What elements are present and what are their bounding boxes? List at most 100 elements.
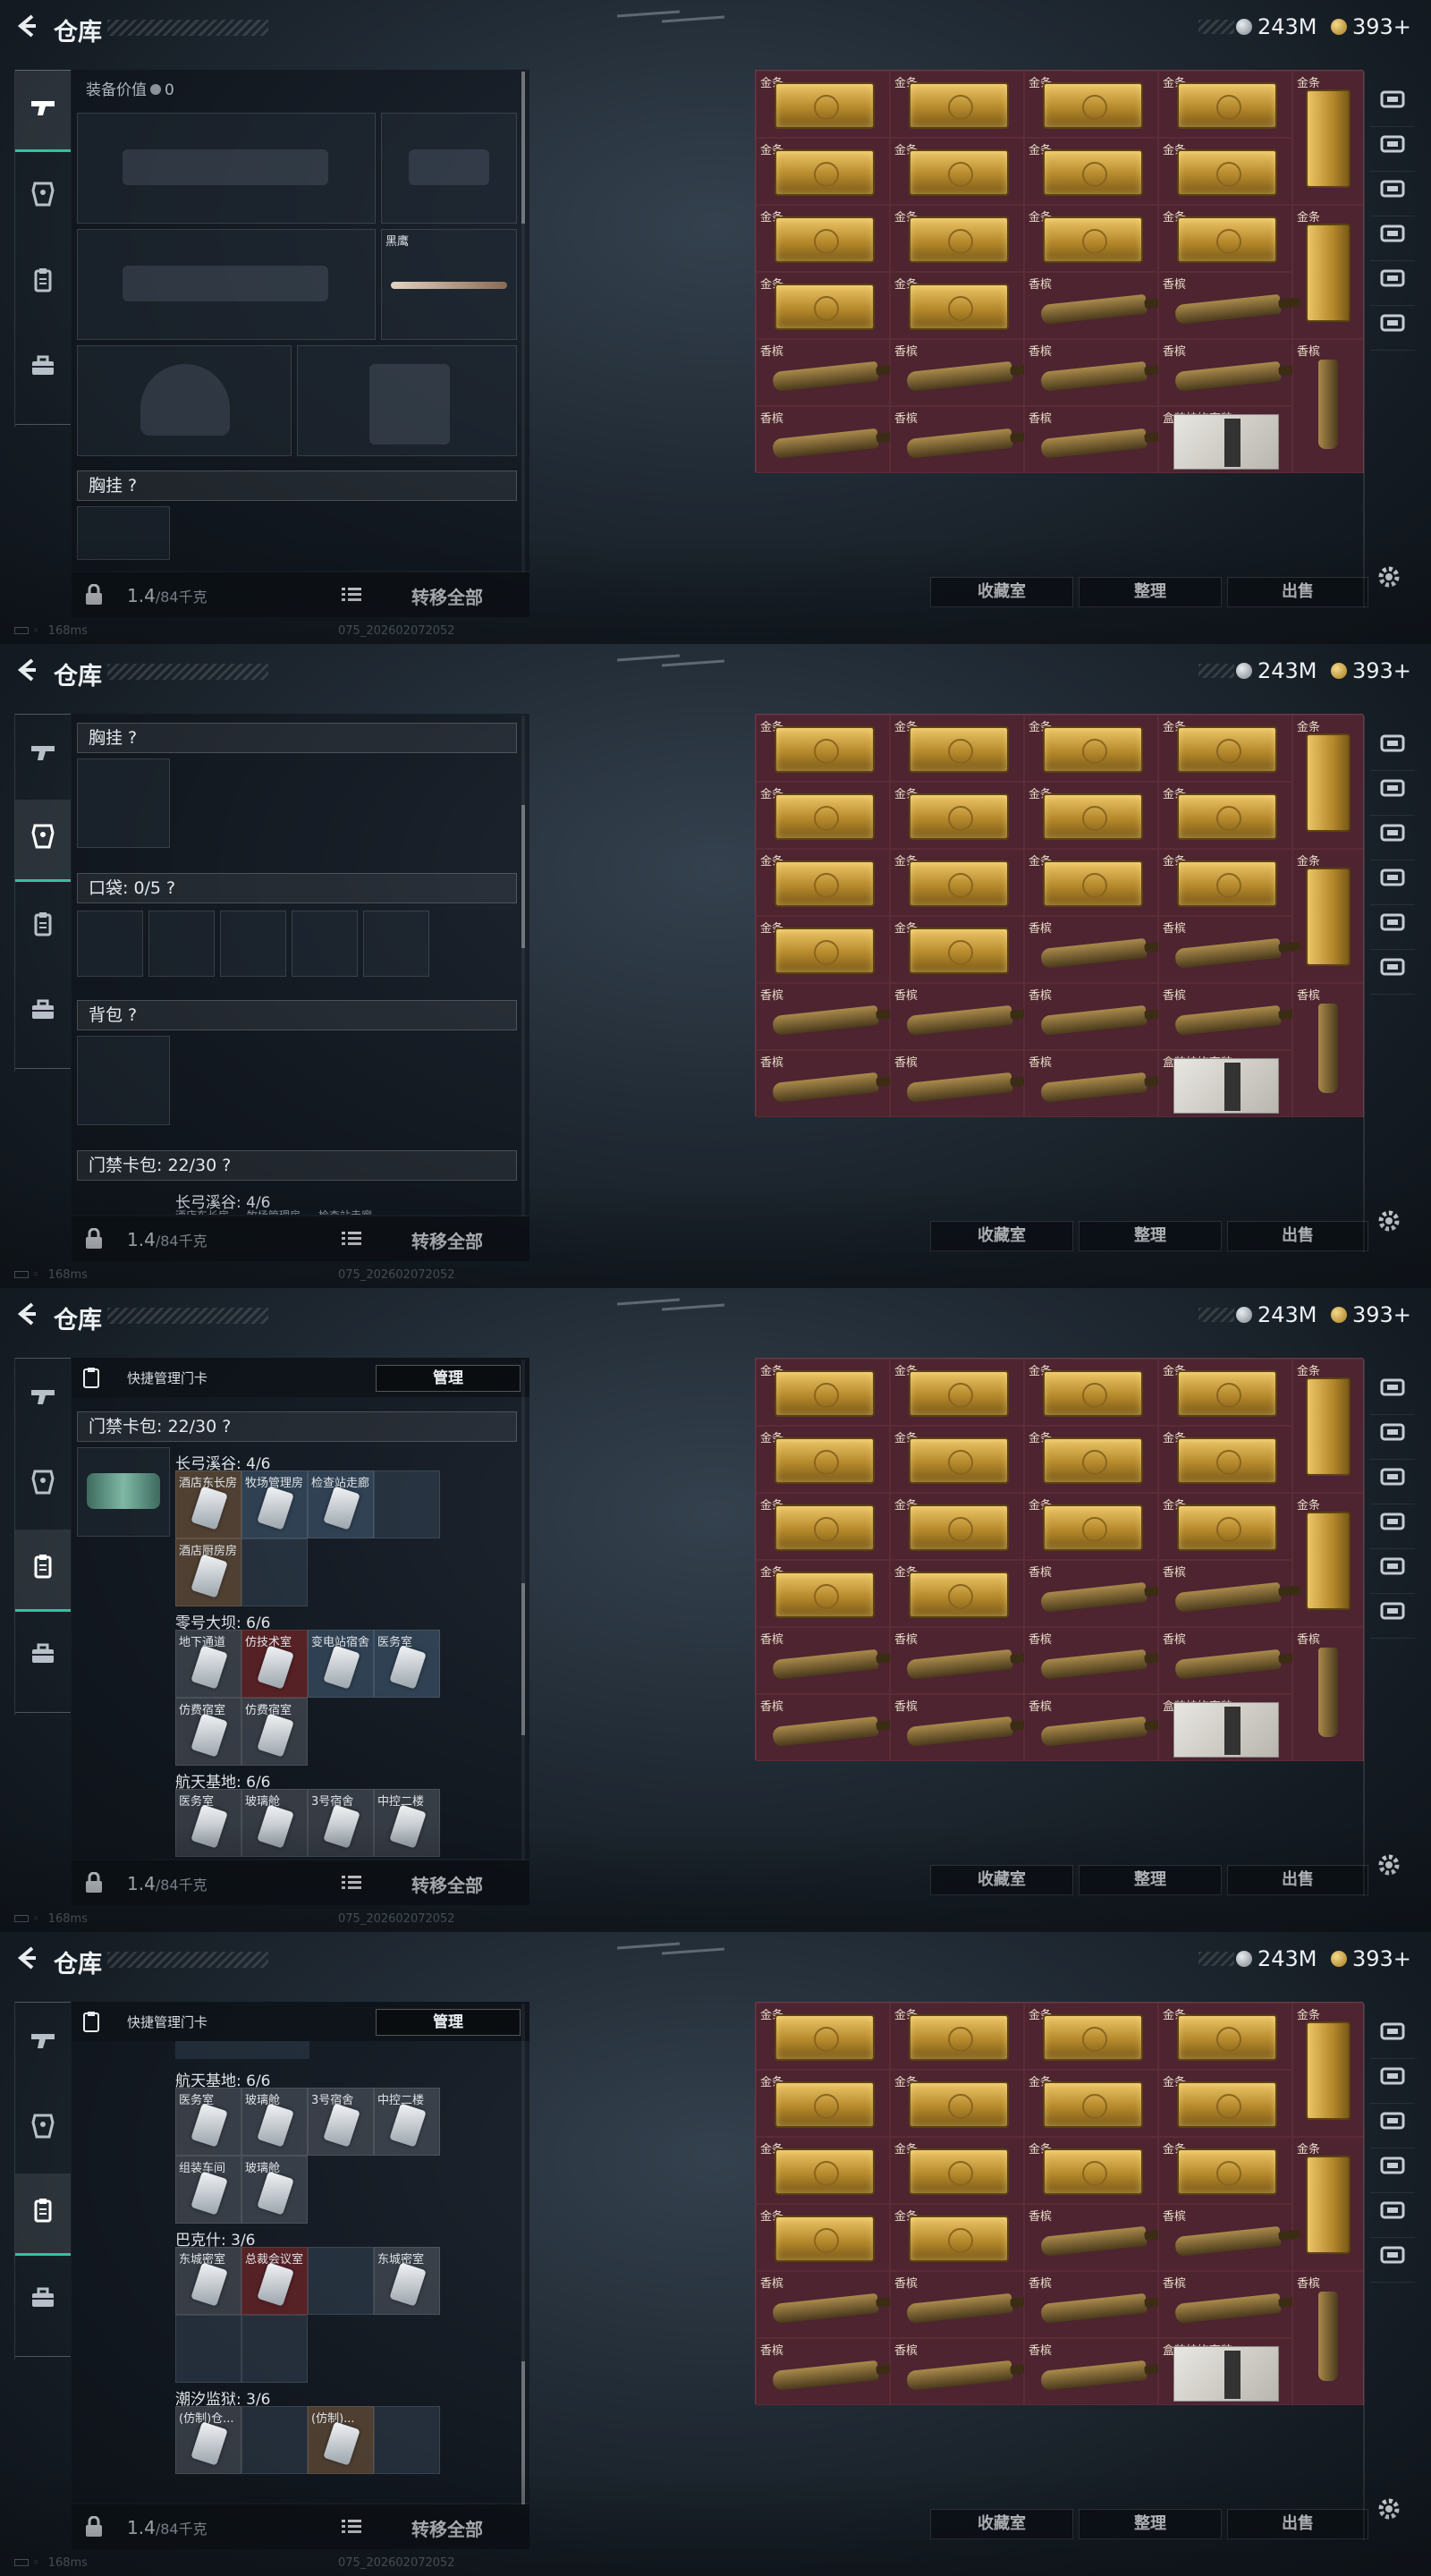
stash-item[interactable]: 金条 bbox=[890, 2070, 1024, 2137]
chest-rig-header[interactable]: 胸挂 ? bbox=[77, 470, 517, 501]
keycard-slot[interactable] bbox=[175, 2315, 241, 2383]
stash-item[interactable]: 金条 bbox=[1292, 205, 1364, 339]
stash-item[interactable]: 金条 bbox=[890, 2204, 1024, 2271]
weapon-stack-icon[interactable] bbox=[1370, 1460, 1415, 1504]
keycard-slot[interactable]: (仿制)仓... bbox=[175, 2406, 241, 2474]
stash-item[interactable]: 金条 bbox=[1024, 782, 1158, 849]
stash-item[interactable]: 香槟 bbox=[890, 983, 1024, 1050]
keycard-slot[interactable]: 总裁会议室 bbox=[241, 2247, 308, 2315]
keycard-slot[interactable]: 中控二楼 bbox=[374, 1789, 440, 1857]
back-arrow-icon[interactable] bbox=[14, 1301, 41, 1331]
pistol-case-icon[interactable] bbox=[1370, 216, 1415, 261]
stash-item[interactable]: 香槟 bbox=[1158, 2204, 1292, 2271]
stash-item[interactable]: 金条 bbox=[756, 2070, 890, 2137]
gun-rack-icon[interactable] bbox=[1370, 771, 1415, 816]
stash-item[interactable]: 金条 bbox=[890, 205, 1024, 272]
stash-item[interactable]: 金条 bbox=[1024, 1426, 1158, 1493]
gold-currency[interactable]: 393+ bbox=[1331, 1302, 1411, 1327]
stash-item[interactable]: 金条 bbox=[756, 782, 890, 849]
list-icon[interactable] bbox=[342, 1231, 361, 1247]
chest-rig-header[interactable]: 胸挂 ? bbox=[77, 723, 517, 753]
keycard-slot[interactable]: 变电站宿舍 bbox=[308, 1630, 374, 1698]
keycard-slot[interactable]: 3号宿舍 bbox=[308, 1789, 374, 1857]
list-icon[interactable] bbox=[342, 587, 361, 603]
pistol-case-icon[interactable] bbox=[1370, 1504, 1415, 1549]
stash-item[interactable]: 金条 bbox=[890, 1560, 1024, 1627]
stash-item[interactable]: 香槟 bbox=[890, 1050, 1024, 1117]
keycard-slot[interactable]: 牧场管理房 bbox=[241, 1470, 308, 1538]
settings-gear-icon[interactable] bbox=[1376, 2496, 1406, 2526]
gun-rack-icon[interactable] bbox=[1370, 2059, 1415, 2104]
keycard-pack-header[interactable]: 门禁卡包: 22/30 ? bbox=[77, 1150, 517, 1181]
keycard-slot[interactable]: 地下通道 bbox=[175, 1630, 241, 1698]
lock-icon[interactable] bbox=[84, 583, 104, 606]
tab-briefcase[interactable] bbox=[15, 1615, 71, 1698]
tab-briefcase[interactable] bbox=[15, 971, 71, 1054]
sell-button[interactable]: 出售 bbox=[1227, 1865, 1368, 1895]
sort-button[interactable]: 整理 bbox=[1079, 2509, 1222, 2539]
stash-item[interactable]: 香槟 bbox=[1158, 983, 1292, 1050]
weapon-stack-icon[interactable] bbox=[1370, 816, 1415, 860]
move-all-button[interactable]: 转移全部 bbox=[411, 2515, 483, 2541]
keycard-slot[interactable]: 玻璃舱 bbox=[241, 2156, 308, 2224]
backpack-slot[interactable] bbox=[77, 1036, 170, 1125]
stash-item[interactable]: 金条 bbox=[890, 2137, 1024, 2204]
loadout-scrollbar[interactable] bbox=[521, 72, 525, 572]
keycard-slot[interactable]: 玻璃舱 bbox=[241, 2088, 308, 2156]
tab-armor[interactable] bbox=[15, 2088, 71, 2170]
armor-case-icon[interactable] bbox=[1370, 2193, 1415, 2238]
back-arrow-icon[interactable] bbox=[14, 657, 41, 687]
stash-item[interactable]: 金条 bbox=[1024, 715, 1158, 782]
stash-item[interactable]: 金条 bbox=[1024, 205, 1158, 272]
gear-case-icon[interactable] bbox=[1370, 950, 1415, 995]
pockets-header[interactable]: 口袋: 0/5 ? bbox=[77, 873, 517, 903]
loadout-scrollbar[interactable] bbox=[521, 716, 525, 1216]
tab-briefcase[interactable] bbox=[15, 327, 71, 410]
collection-room-button[interactable]: 收藏室 bbox=[930, 1865, 1073, 1895]
stash-item[interactable]: 金条 bbox=[1024, 1359, 1158, 1426]
pistol-case-icon[interactable] bbox=[1370, 860, 1415, 905]
stash-item[interactable]: 香槟 bbox=[756, 339, 890, 406]
keycard-pack-header[interactable]: 门禁卡包: 22/30 ? bbox=[77, 1411, 517, 1442]
stash-item[interactable]: 香槟 bbox=[1024, 339, 1158, 406]
stash-item[interactable]: 金条 bbox=[756, 1493, 890, 1560]
stash-item[interactable]: 金条 bbox=[756, 2003, 890, 2070]
stash-item[interactable]: 金条 bbox=[756, 1426, 890, 1493]
hood-icon[interactable] bbox=[1370, 726, 1415, 771]
sort-button[interactable]: 整理 bbox=[1079, 1221, 1222, 1251]
stash-item[interactable]: 金条 bbox=[890, 2003, 1024, 2070]
keycard-slot[interactable] bbox=[374, 1470, 440, 1538]
stash-item[interactable]: 香槟 bbox=[1292, 1627, 1364, 1761]
stash-item[interactable]: 盒装挂饰套装 bbox=[1158, 1694, 1292, 1761]
list-icon[interactable] bbox=[342, 2519, 361, 2535]
hood-icon[interactable] bbox=[1370, 82, 1415, 127]
stash-item[interactable]: 香槟 bbox=[756, 2338, 890, 2405]
stash-item[interactable]: 金条 bbox=[890, 849, 1024, 916]
stash-item[interactable]: 金条 bbox=[756, 849, 890, 916]
manage-button[interactable]: 管理 bbox=[376, 1365, 521, 1392]
stash-item[interactable]: 金条 bbox=[1024, 2070, 1158, 2137]
settings-gear-icon[interactable] bbox=[1376, 1852, 1406, 1882]
stash-item[interactable]: 香槟 bbox=[890, 1694, 1024, 1761]
stash-item[interactable]: 香槟 bbox=[1292, 339, 1364, 473]
stash-item[interactable]: 香槟 bbox=[1024, 1694, 1158, 1761]
sell-button[interactable]: 出售 bbox=[1227, 2509, 1368, 2539]
manage-button[interactable]: 管理 bbox=[376, 2009, 521, 2036]
stash-item[interactable]: 金条 bbox=[756, 916, 890, 983]
stash-item[interactable]: 金条 bbox=[1158, 138, 1292, 205]
back-arrow-icon[interactable] bbox=[14, 13, 41, 43]
keycard-slot[interactable]: 医务室 bbox=[175, 1789, 241, 1857]
stash-item[interactable]: 香槟 bbox=[1158, 272, 1292, 339]
stash-item[interactable]: 香槟 bbox=[1158, 1627, 1292, 1694]
stash-item[interactable]: 金条 bbox=[1158, 2070, 1292, 2137]
stash-item[interactable]: 金条 bbox=[756, 1359, 890, 1426]
stash-item[interactable]: 香槟 bbox=[756, 983, 890, 1050]
lock-icon[interactable] bbox=[84, 2515, 104, 2538]
keycard-slot[interactable] bbox=[374, 2406, 440, 2474]
stash-item[interactable]: 金条 bbox=[1292, 2137, 1364, 2271]
back-arrow-icon[interactable] bbox=[14, 1945, 41, 1975]
stash-item[interactable]: 香槟 bbox=[890, 1627, 1024, 1694]
gold-currency[interactable]: 393+ bbox=[1331, 1946, 1411, 1971]
stash-item[interactable]: 香槟 bbox=[756, 1050, 890, 1117]
keycard-slot[interactable] bbox=[241, 2315, 308, 2383]
